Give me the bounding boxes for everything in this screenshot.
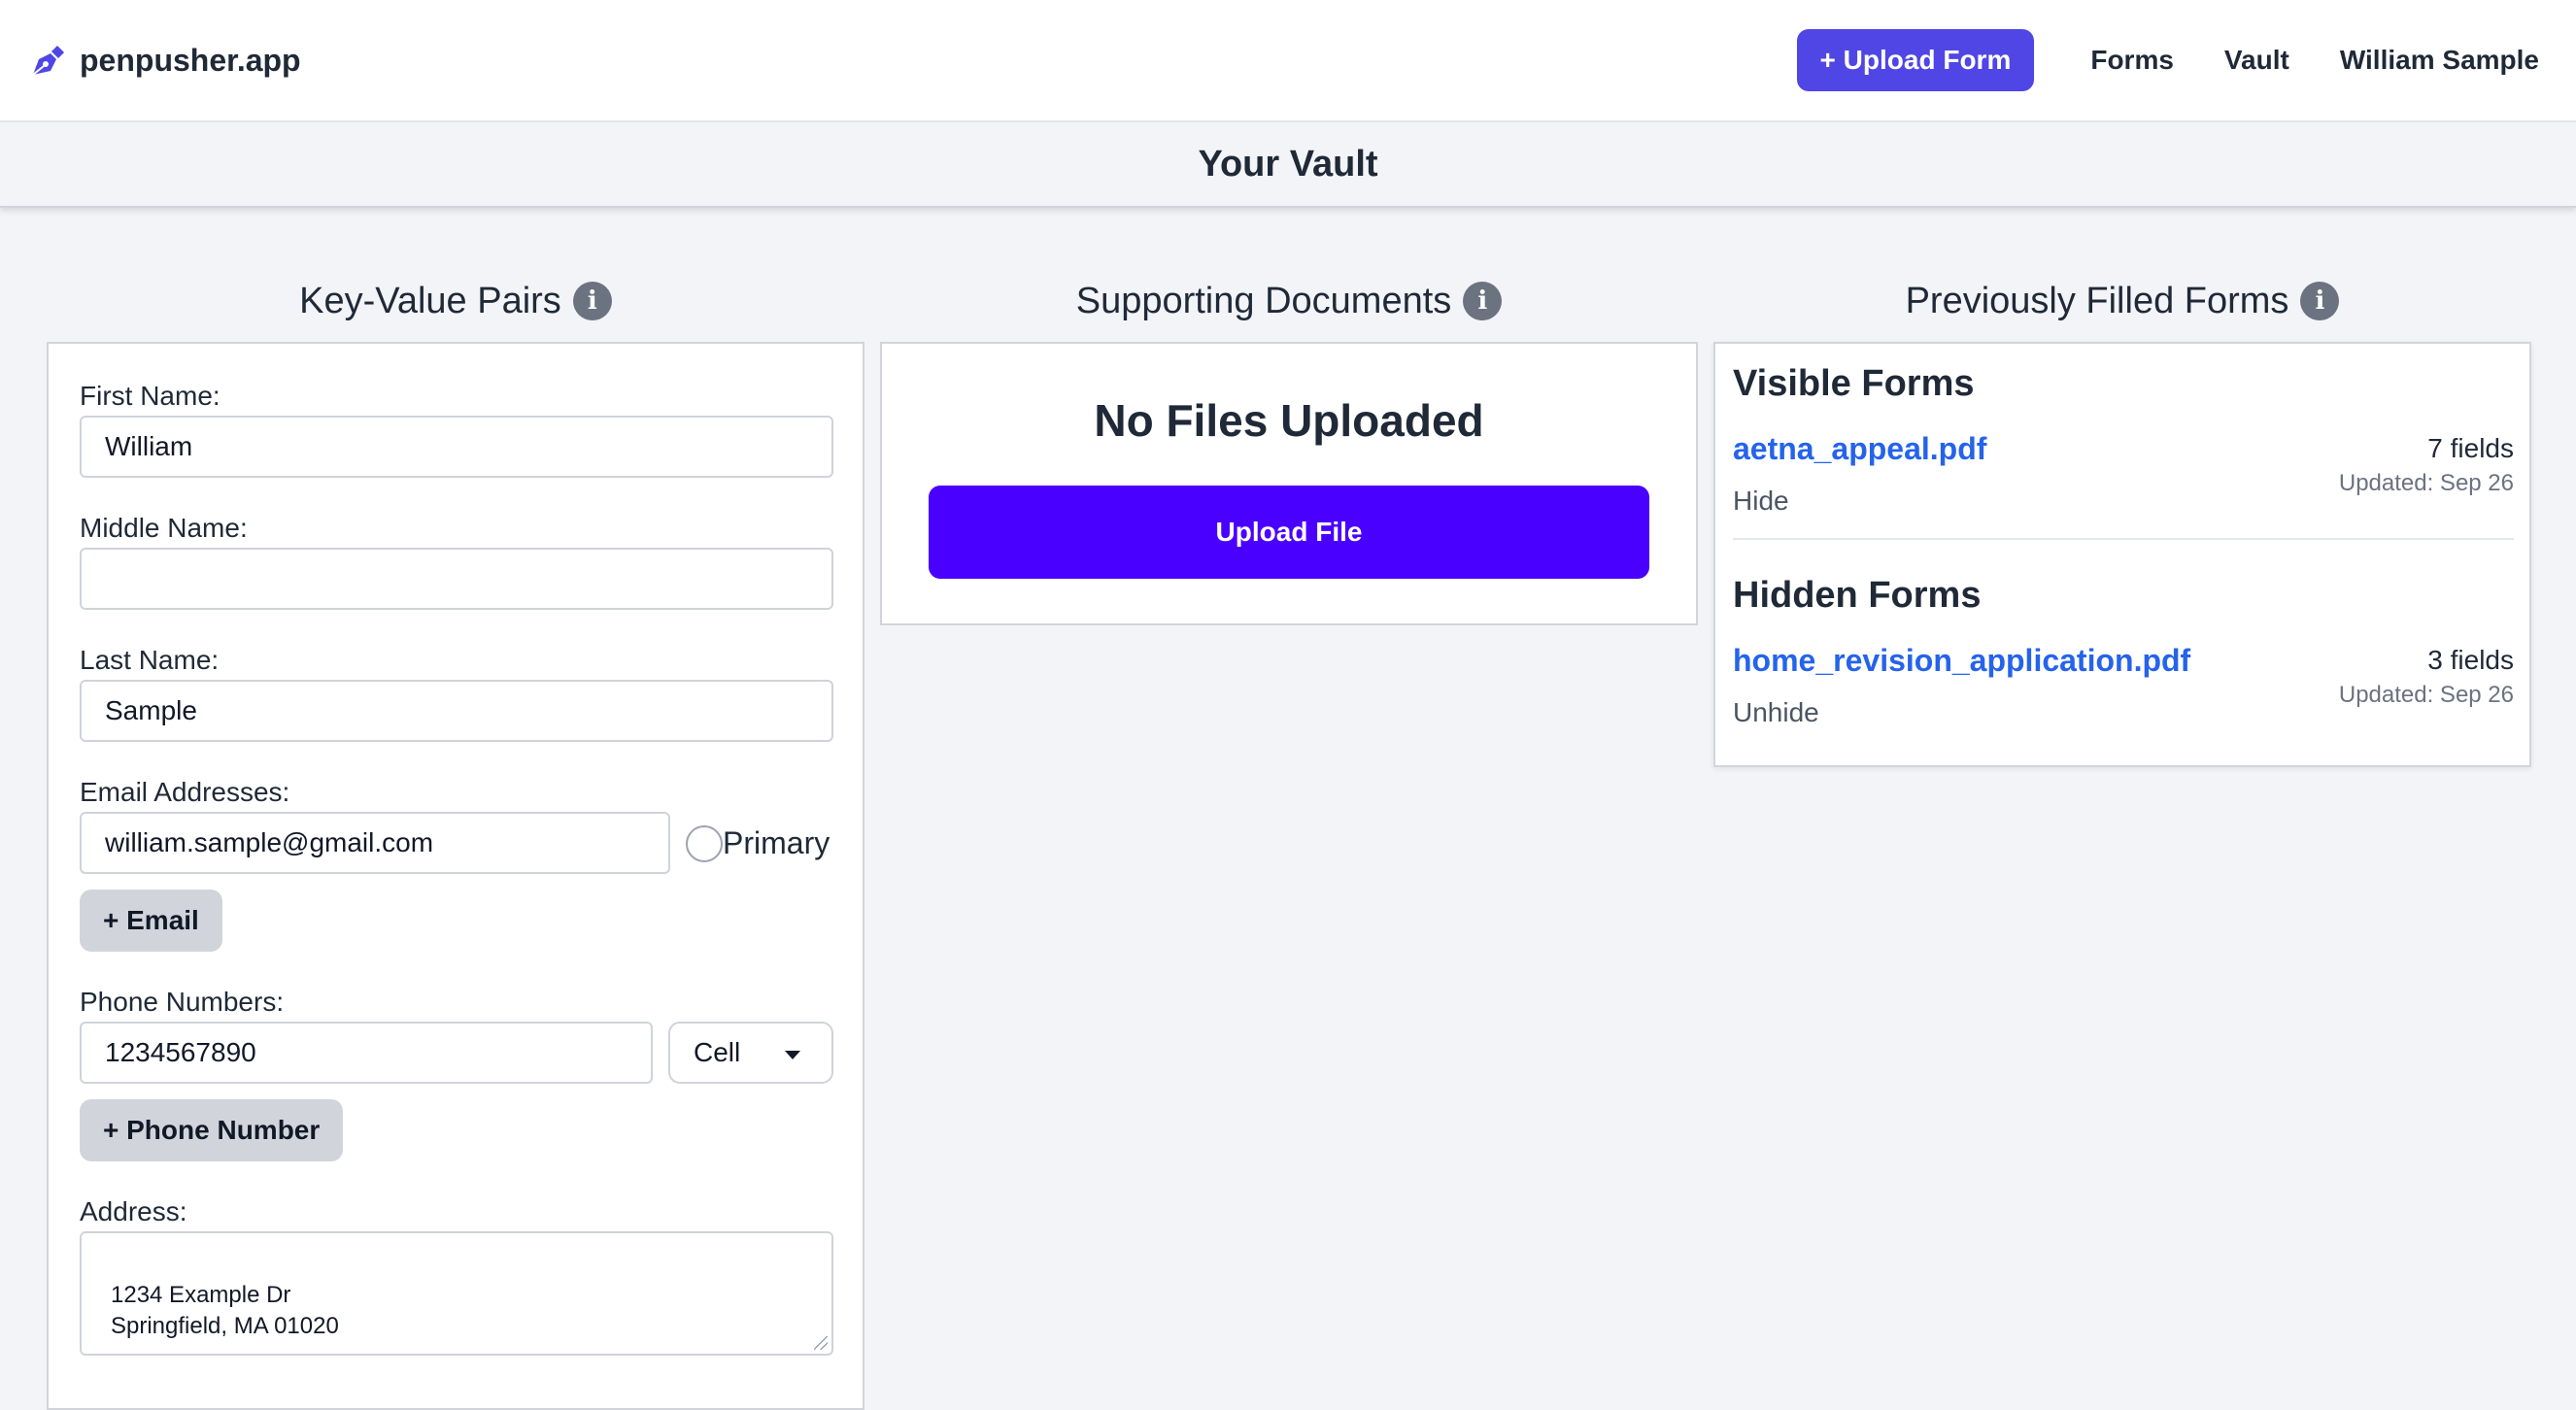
page-title: Your Vault (1198, 143, 1378, 185)
nav-link-forms[interactable]: Forms (2090, 45, 2174, 76)
key-value-card: First Name: William Middle Name: Last Na… (47, 342, 864, 1410)
info-icon[interactable]: i (572, 282, 612, 320)
last-name-input[interactable]: Sample (80, 680, 833, 742)
phone-label: Phone Numbers: (80, 987, 285, 1017)
kv-column-title: Key-Value Pairs i (47, 274, 864, 328)
top-navbar: penpusher.app + Upload Form Forms Vault … (0, 0, 2576, 122)
phone-input[interactable]: 1234567890 (80, 1022, 653, 1084)
email-label: Email Addresses: (80, 777, 290, 807)
form-field-count: 3 fields (2427, 645, 2514, 675)
brand[interactable]: penpusher.app (27, 40, 301, 81)
form-field-count: 7 fields (2427, 433, 2514, 463)
phone-type-select[interactable]: Cell (668, 1022, 833, 1084)
address-textarea[interactable]: 1234 Example Dr Springfield, MA 01020 (80, 1231, 833, 1356)
page-header: Your Vault (0, 122, 2576, 208)
add-phone-button[interactable]: + Phone Number (80, 1099, 344, 1161)
address-label: Address: (80, 1196, 187, 1226)
first-name-label: First Name: (80, 381, 220, 411)
form-updated-date: Updated: Sep 26 (2338, 470, 2514, 496)
nav-right: + Upload Form Forms Vault William Sample (1796, 29, 2549, 91)
unhide-form-button[interactable]: Unhide (1733, 697, 1819, 728)
nav-link-user[interactable]: William Sample (2340, 45, 2539, 76)
primary-email-radio[interactable] (686, 825, 723, 862)
middle-name-label: Middle Name: (80, 513, 248, 543)
previously-filled-forms-card: Visible Forms aetna_appeal.pdf Hide 7 fi… (1713, 342, 2531, 767)
middle-name-input[interactable] (80, 548, 833, 610)
info-icon[interactable]: i (1463, 282, 1503, 320)
pen-nib-icon (32, 46, 64, 76)
first-name-input[interactable]: William (80, 416, 833, 478)
forms-column-title: Previously Filled Forms i (1713, 274, 2531, 328)
brand-name: penpusher.app (80, 42, 301, 78)
last-name-label: Last Name: (80, 645, 220, 675)
resize-handle[interactable] (814, 1336, 828, 1350)
docs-title-text: Supporting Documents (1075, 280, 1452, 321)
upload-file-button[interactable]: Upload File (929, 486, 1649, 579)
chevron-down-icon (785, 1051, 800, 1059)
add-email-button[interactable]: + Email (80, 890, 222, 952)
divider (1733, 538, 2514, 540)
phone-type-value: Cell (694, 1037, 741, 1067)
form-link[interactable]: aetna_appeal.pdf (1733, 431, 1986, 467)
visible-forms-heading: Visible Forms (1733, 363, 1975, 404)
no-files-title: No Files Uploaded (1094, 395, 1484, 446)
email-input[interactable]: william.sample@gmail.com (80, 812, 670, 874)
upload-form-button[interactable]: + Upload Form (1796, 29, 2035, 91)
forms-title-text: Previously Filled Forms (1905, 280, 2289, 321)
info-icon[interactable]: i (2300, 282, 2340, 320)
form-link[interactable]: home_revision_application.pdf (1733, 643, 2190, 679)
primary-label: Primary (723, 825, 830, 860)
hidden-forms-heading: Hidden Forms (1733, 575, 1982, 616)
form-updated-date: Updated: Sep 26 (2338, 682, 2514, 708)
docs-column-title: Supporting Documents i (880, 274, 1698, 328)
supporting-documents-card: No Files Uploaded Upload File (880, 342, 1698, 625)
kv-title-text: Key-Value Pairs (299, 280, 561, 321)
address-text: 1234 Example Dr Springfield, MA 01020 (111, 1282, 339, 1339)
hide-form-button[interactable]: Hide (1733, 486, 1789, 517)
nav-link-vault[interactable]: Vault (2224, 45, 2289, 76)
